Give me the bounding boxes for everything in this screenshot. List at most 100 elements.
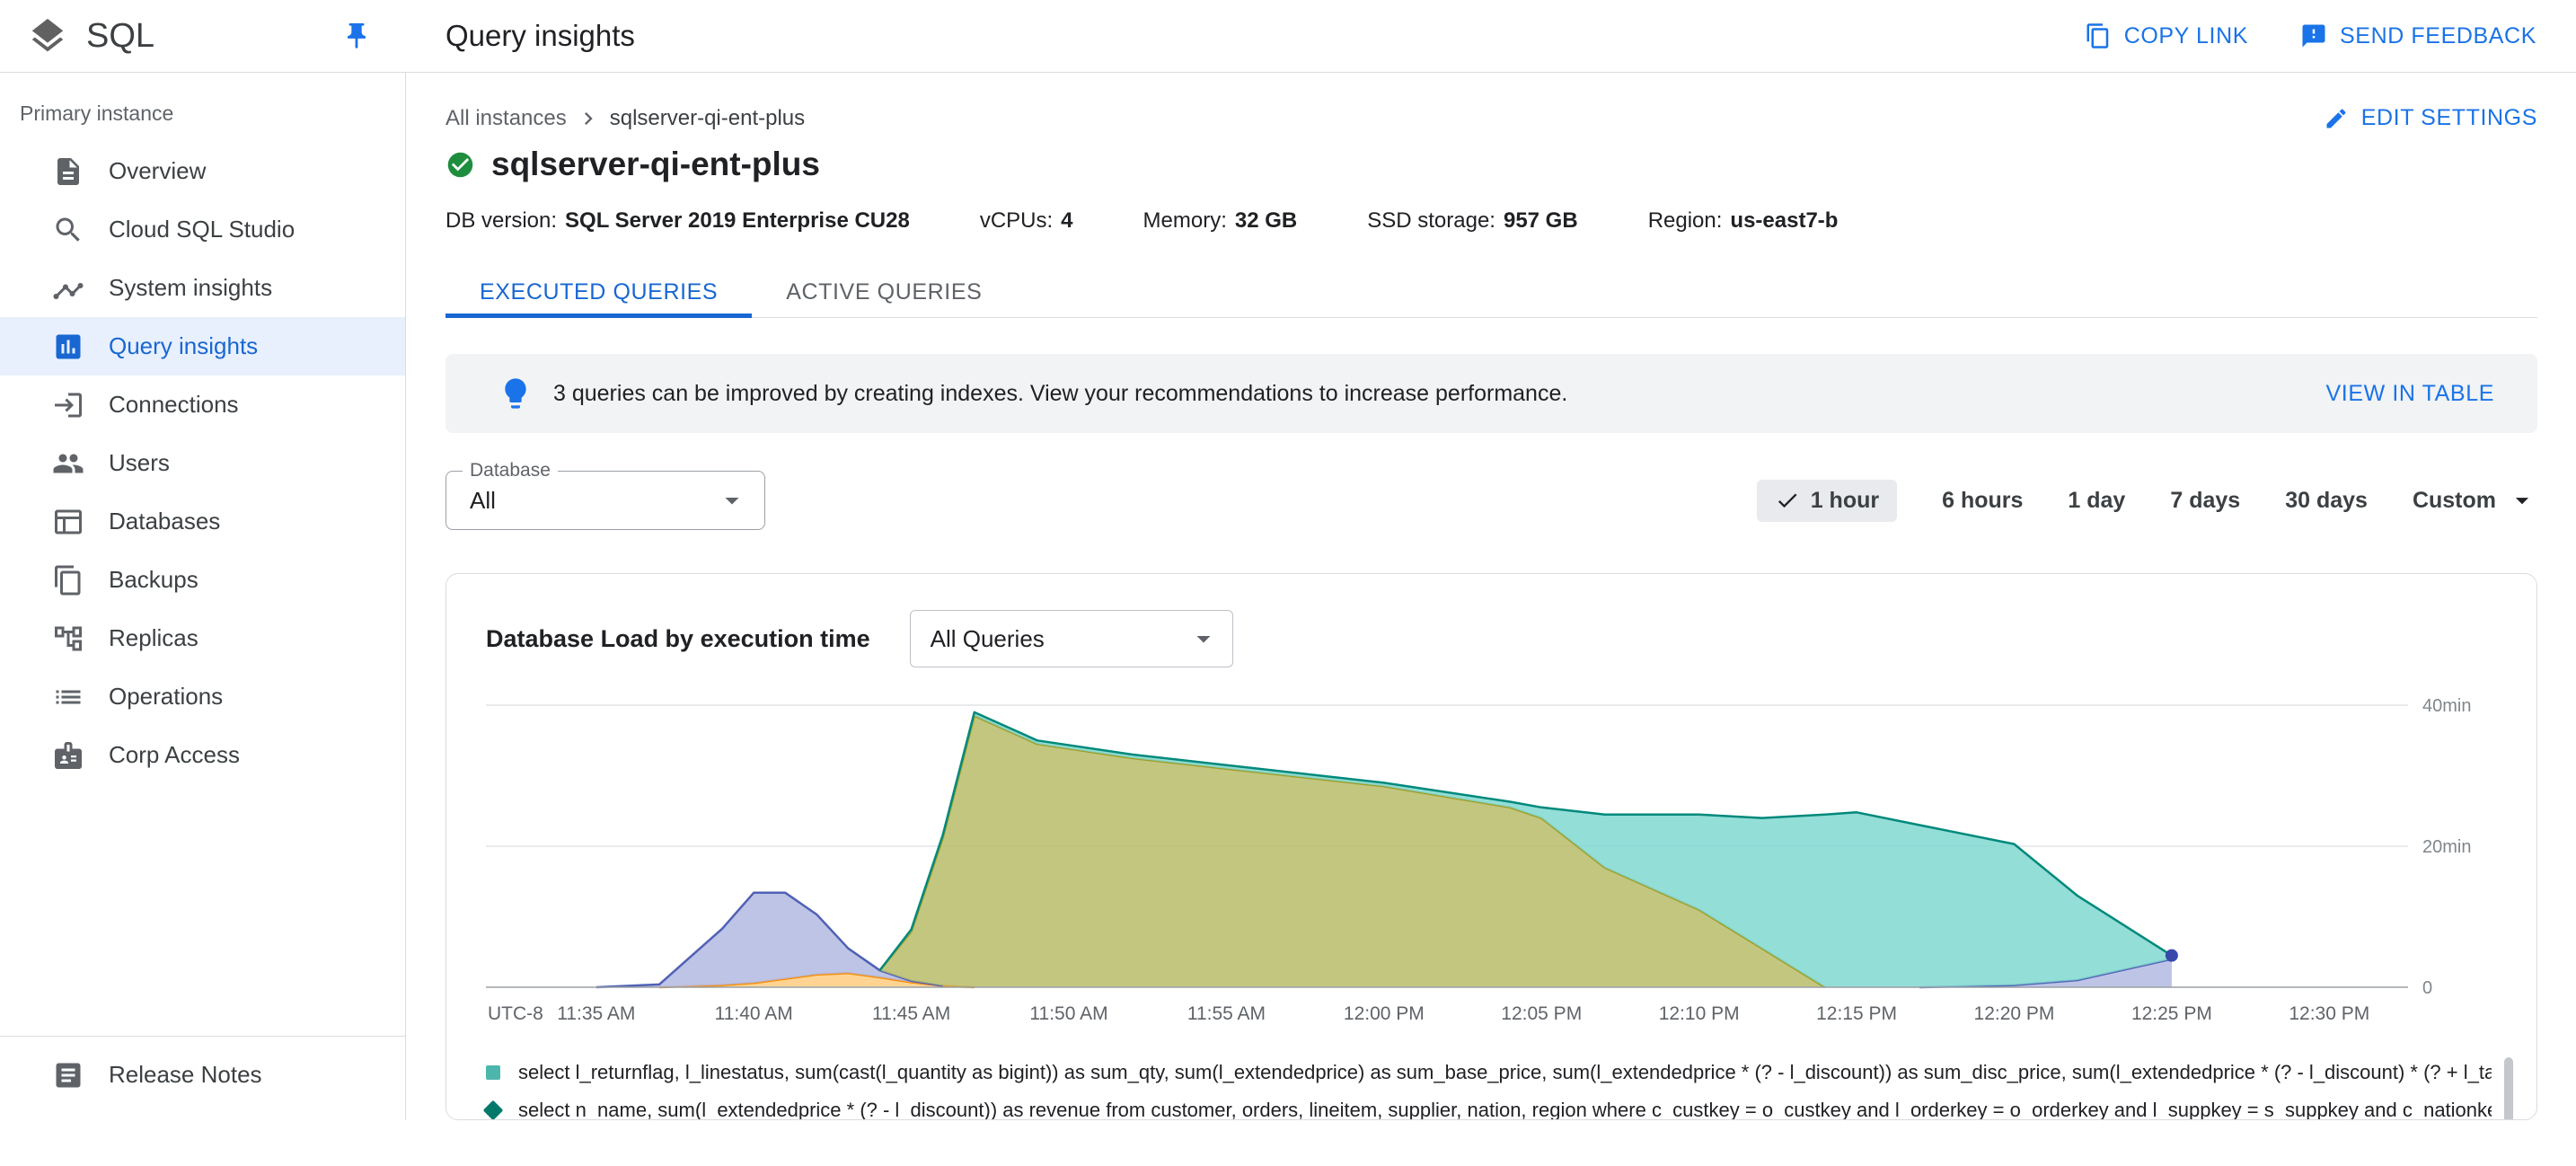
tab-executed-queries[interactable]: EXECUTED QUERIES [446,271,753,318]
sidebar-item-query-insights[interactable]: Query insights [0,317,405,375]
breadcrumb: All instances sqlserver-qi-ent-plus [446,106,805,131]
sidebar-section-label: Primary instance [20,102,174,125]
product-lockup: SQL [0,0,406,72]
svg-text:40min: 40min [2422,696,2471,716]
sidebar-item-corp-access[interactable]: Corp Access [0,726,405,784]
send-feedback-button[interactable]: SEND FEEDBACK [2300,22,2536,49]
tab-bar: EXECUTED QUERIES ACTIVE QUERIES [446,271,2537,318]
sidebar-item-replicas[interactable]: Replicas [0,609,405,667]
feedback-icon [2300,22,2327,49]
svg-text:12:25 PM: 12:25 PM [2131,1003,2212,1024]
legend-marker [486,1065,500,1080]
svg-text:12:05 PM: 12:05 PM [1501,1003,1582,1024]
breadcrumb-current: sqlserver-qi-ent-plus [609,105,806,130]
svg-text:UTC-8: UTC-8 [488,1003,543,1024]
svg-text:11:45 AM: 11:45 AM [872,1003,950,1024]
legend-list: select l_returnflag, l_linestatus, sum(c… [482,1054,2492,1119]
legend-scrollbar[interactable] [2504,1057,2513,1119]
tab-active-queries[interactable]: ACTIVE QUERIES [752,271,1016,318]
cloud-sql-console: SQL Query insights COPY LINK SEND FEEDBA… [0,0,2576,1120]
instance-meta-row: DB version: SQL Server 2019 Enterprise C… [446,208,2537,234]
backups-icon [52,563,85,596]
users-icon [52,446,85,480]
instance-title-row: sqlserver-qi-ent-plus [446,146,2537,183]
banner-text: 3 queries can be improved by creating in… [553,380,1568,406]
time-range-1-hour[interactable]: 1 hour [1756,479,1898,522]
sidebar-item-system-insights[interactable]: System insights [0,259,405,317]
arrow-drop-down-icon [716,484,748,517]
filter-row: Database All 1 hour 6 hours 1 day 7 days… [446,460,2537,530]
time-range-7-days[interactable]: 7 days [2170,488,2240,514]
svg-text:12:15 PM: 12:15 PM [1816,1003,1897,1024]
sidebar-item-release-notes[interactable]: Release Notes [0,1046,405,1104]
app-name: SQL [86,16,155,55]
sidebar-nav: Overview Cloud SQL Studio System insight… [0,142,405,784]
meta-vcpus-: vCPUs: 4 [979,208,1073,233]
time-range-1-day[interactable]: 1 day [2068,488,2125,514]
meta-db-version-: DB version: SQL Server 2019 Enterprise C… [446,208,910,233]
svg-text:0: 0 [2422,978,2432,998]
copy-icon [2085,22,2112,49]
time-range-30-days[interactable]: 30 days [2285,488,2368,514]
instance-name: sqlserver-qi-ent-plus [491,146,820,182]
card-title: Database Load by execution time [486,624,870,652]
card-header: Database Load by execution time All Quer… [486,610,2519,667]
sidebar-footer: Release Notes [0,1036,405,1120]
breadcrumb-all-instances[interactable]: All instances [446,106,567,131]
queries-filter-select[interactable]: All Queries [909,610,1233,667]
breadcrumb-row: All instances sqlserver-qi-ent-plus EDIT… [446,105,2537,131]
replicas-icon [52,622,85,655]
sidebar-item-users[interactable]: Users [0,434,405,492]
sidebar-item-operations[interactable]: Operations [0,667,405,726]
chart-legend: select l_returnflag, l_linestatus, sum(c… [482,1054,2519,1119]
connections-icon [52,388,85,421]
svg-text:11:50 AM: 11:50 AM [1029,1003,1107,1024]
databases-icon [52,505,85,538]
time-range-6-hours[interactable]: 6 hours [1942,488,2023,514]
load-chart[interactable]: 40min 20min 0 UTC-8 11:35 AM 11:40 AM 11:45 AM… [486,691,2516,1052]
recommendation-banner: 3 queries can be improved by creating in… [446,354,2537,433]
check-icon [1775,488,1800,513]
sidebar-item-backups[interactable]: Backups [0,551,405,609]
sidebar-item-connections[interactable]: Connections [0,375,405,434]
svg-text:11:40 AM: 11:40 AM [715,1003,793,1024]
database-select-label: Database [463,460,558,481]
pin-icon[interactable] [341,21,372,51]
sidebar-item-cloud-sql-studio[interactable]: Cloud SQL Studio [0,200,405,259]
arrow-drop-down-icon [1187,623,1220,655]
sidebar-item-databases[interactable]: Databases [0,492,405,551]
time-range-selector: 1 hour 6 hours 1 day 7 days 30 days Cust… [1756,479,2537,522]
edit-settings-label: EDIT SETTINGS [2360,105,2537,130]
svg-text:12:00 PM: 12:00 PM [1344,1003,1425,1024]
meta-ssd-storage-: SSD storage: 957 GB [1367,208,1578,233]
svg-text:12:30 PM: 12:30 PM [2289,1003,2369,1024]
chevron-down-icon [2507,485,2537,516]
app-shell: Primary instance Overview Cloud SQL Stud… [0,73,2576,1120]
legend-item[interactable]: select n_name, sum(l_extendedprice * (? … [482,1091,2492,1119]
page-title: Query insights [446,19,635,52]
queries-filter-value: All Queries [930,624,1045,652]
header-actions: COPY LINK SEND FEEDBACK [2085,22,2576,49]
send-feedback-label: SEND FEEDBACK [2340,22,2536,49]
release-notes-icon [52,1058,85,1091]
top-app-bar: SQL Query insights COPY LINK SEND FEEDBA… [0,0,2576,73]
main-content: All instances sqlserver-qi-ent-plus EDIT… [406,73,2576,1120]
svg-text:11:55 AM: 11:55 AM [1187,1003,1266,1024]
legend-marker [482,1100,504,1119]
legend-item[interactable]: select l_returnflag, l_linestatus, sum(c… [486,1054,2492,1091]
cloud-sql-logo-icon [27,15,68,57]
time-range-custom[interactable]: Custom [2413,485,2537,516]
svg-text:11:35 AM: 11:35 AM [557,1003,635,1024]
view-in-table-button[interactable]: VIEW IN TABLE [2326,381,2494,407]
meta-region-: Region: us-east7-b [1647,208,1839,233]
lightbulb-icon [498,375,534,411]
corp-access-icon [52,738,85,772]
database-select[interactable]: Database All [446,460,765,530]
meta-memory-: Memory: 32 GB [1142,208,1298,233]
check-circle-icon [446,150,475,180]
copy-link-button[interactable]: COPY LINK [2085,22,2248,49]
query-insights-icon [52,330,85,363]
sidebar-item-overview[interactable]: Overview [0,142,405,200]
edit-settings-button[interactable]: EDIT SETTINGS [2324,105,2537,131]
system-insights-icon [52,271,85,305]
